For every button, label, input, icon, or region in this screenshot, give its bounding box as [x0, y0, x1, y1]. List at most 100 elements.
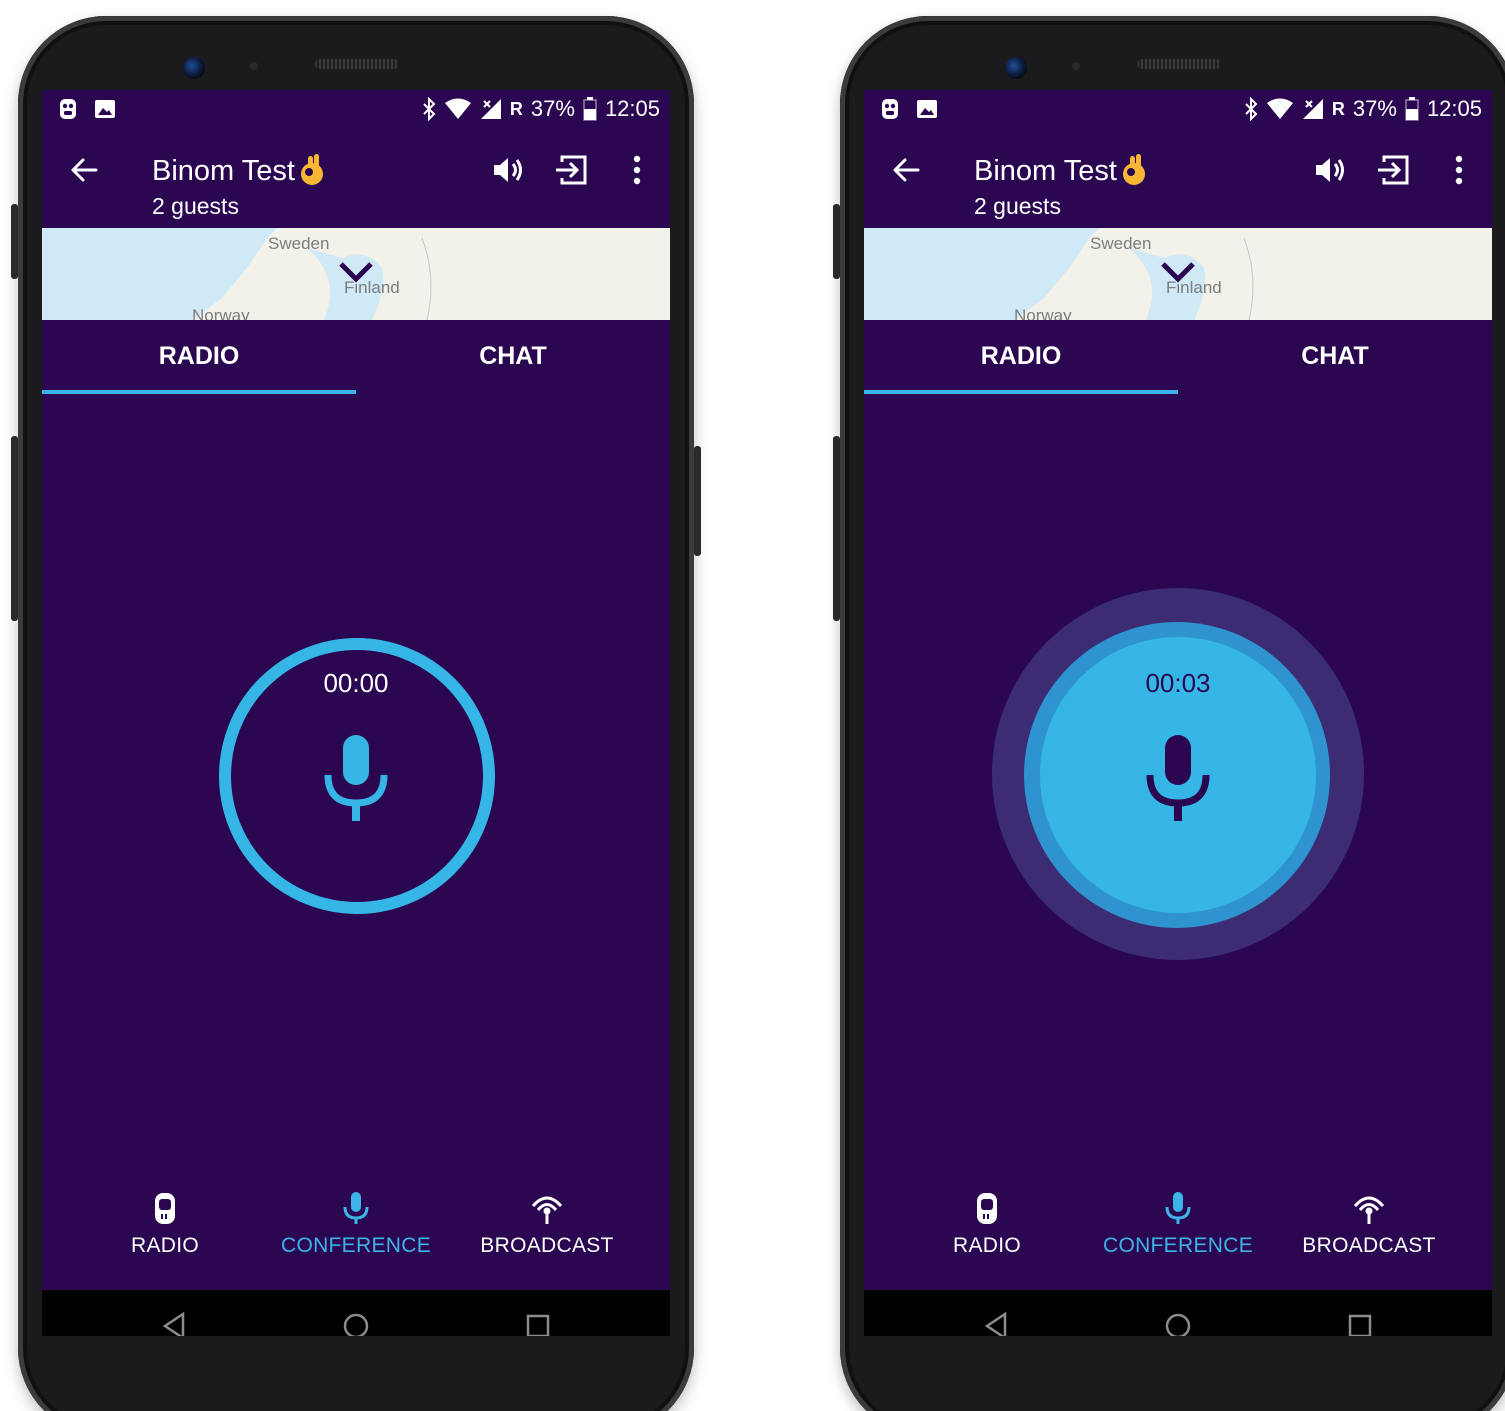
back-arrow-icon[interactable] [886, 150, 926, 190]
app-notification-icon [882, 99, 898, 119]
chevron-down-icon[interactable] [338, 260, 374, 284]
map-preview[interactable]: Sweden Finland Norway [42, 228, 670, 320]
earpiece-speaker [315, 59, 399, 69]
chevron-down-icon[interactable] [1160, 260, 1196, 284]
roaming-indicator: R [509, 98, 523, 119]
tab-chat[interactable]: CHAT [1178, 342, 1492, 371]
volume-rocker [11, 436, 18, 621]
home-circle-icon[interactable] [1162, 1310, 1194, 1336]
bluetooth-icon [423, 97, 436, 121]
title-text: Binom Test [974, 155, 1117, 187]
roaming-indicator: R [1331, 98, 1345, 119]
walkie-talkie-icon [977, 1193, 997, 1224]
tab-chat[interactable]: CHAT [356, 342, 670, 371]
phone-frame-right: R 37% 12:05 Binom Test 2 guests Sweden F… [833, 16, 1505, 1411]
broadcast-icon [531, 1196, 563, 1224]
status-bar: R 37% 12:05 [42, 90, 670, 128]
more-vert-icon[interactable] [617, 150, 657, 190]
clock: 12:05 [1426, 96, 1482, 121]
volume-rocker [833, 436, 840, 621]
battery-icon [1405, 97, 1419, 121]
image-notification-icon [95, 100, 115, 118]
front-camera [1005, 57, 1027, 79]
nav-broadcast[interactable]: BROADCAST [452, 1190, 642, 1258]
talk-timer: 00:00 [323, 668, 389, 698]
ok-hand-emoji-icon [300, 154, 323, 185]
screen-right: R 37% 12:05 Binom Test 2 guests Sweden F… [864, 90, 1492, 1336]
title-text: Binom Test [152, 155, 295, 187]
status-bar: R 37% 12:05 [864, 90, 1492, 128]
walkie-talkie-icon [155, 1193, 175, 1224]
nav-conference[interactable]: CONFERENCE [1083, 1190, 1273, 1258]
system-navigation-bar [42, 1290, 670, 1336]
battery-icon [583, 97, 597, 121]
recents-square-icon[interactable] [522, 1310, 554, 1336]
radio-content: 00:00 [42, 395, 670, 1180]
recents-square-icon[interactable] [1344, 1310, 1376, 1336]
tab-indicator [864, 390, 1178, 394]
nav-conference[interactable]: CONFERENCE [261, 1190, 451, 1258]
tab-bar: RADIO CHAT [42, 320, 670, 395]
map-label-norway: Norway [192, 306, 250, 320]
app-bar: Binom Test 2 guests [42, 128, 670, 228]
map-label-norway: Norway [1014, 306, 1072, 320]
bottom-navigation: RADIO CONFERENCE BROADCAST [42, 1180, 670, 1290]
nav-radio[interactable]: RADIO [70, 1190, 260, 1258]
nav-broadcast-label: BROADCAST [1302, 1234, 1436, 1257]
microphone-icon [1146, 735, 1210, 821]
volume-button [833, 204, 840, 279]
more-vert-icon[interactable] [1439, 150, 1479, 190]
clock: 12:05 [604, 96, 660, 121]
front-camera [183, 57, 205, 79]
microphone-icon [343, 1192, 369, 1224]
radio-content: 00:03 [864, 395, 1492, 1180]
tab-radio[interactable]: RADIO [864, 342, 1178, 371]
wifi-icon [444, 98, 471, 119]
exit-room-icon[interactable] [1374, 150, 1414, 190]
proximity-sensor [250, 62, 258, 70]
microphone-icon [324, 735, 388, 821]
back-triangle-icon[interactable] [981, 1310, 1013, 1336]
map-label-sweden: Sweden [268, 234, 330, 253]
map-label-sweden: Sweden [1090, 234, 1152, 253]
speaker-icon[interactable] [1310, 150, 1350, 190]
speaker-icon[interactable] [488, 150, 528, 190]
broadcast-icon [1353, 1196, 1385, 1224]
phone-frame-left: R 37% 12:05 Binom Test 2 guests Sweden F… [11, 16, 701, 1411]
nav-conference-label: CONFERENCE [280, 1234, 431, 1257]
nav-broadcast[interactable]: BROADCAST [1274, 1190, 1464, 1258]
volume-button [11, 204, 18, 279]
page-title: Binom Test [152, 152, 325, 188]
system-navigation-bar [864, 1290, 1492, 1336]
page-title: Binom Test [974, 152, 1147, 188]
signal-icon [1302, 99, 1323, 119]
app-bar: Binom Test 2 guests [864, 128, 1492, 228]
nav-conference-label: CONFERENCE [1102, 1234, 1253, 1257]
map-preview[interactable]: Sweden Finland Norway [864, 228, 1492, 320]
talk-timer: 00:03 [1145, 668, 1211, 698]
home-circle-icon[interactable] [340, 1310, 372, 1336]
wifi-icon [1266, 98, 1293, 119]
tab-radio[interactable]: RADIO [42, 342, 356, 371]
guest-count: 2 guests [974, 193, 1061, 219]
power-button [694, 446, 701, 556]
nav-radio[interactable]: RADIO [892, 1190, 1082, 1258]
bluetooth-icon [1245, 97, 1258, 121]
screen-left: R 37% 12:05 Binom Test 2 guests Sweden F… [42, 90, 670, 1336]
proximity-sensor [1072, 62, 1080, 70]
back-triangle-icon[interactable] [159, 1310, 191, 1336]
stage: R 37% 12:05 Binom Test 2 guests Sweden F… [0, 0, 1505, 1411]
microphone-icon [1165, 1192, 1191, 1224]
tab-bar: RADIO CHAT [864, 320, 1492, 395]
guest-count: 2 guests [152, 193, 239, 219]
back-arrow-icon[interactable] [64, 150, 104, 190]
tab-indicator [42, 390, 356, 394]
earpiece-speaker [1137, 59, 1221, 69]
bottom-navigation: RADIO CONFERENCE BROADCAST [864, 1180, 1492, 1290]
exit-room-icon[interactable] [552, 150, 592, 190]
nav-radio-label: RADIO [952, 1234, 1021, 1257]
battery-percent: 37% [530, 96, 575, 121]
battery-percent: 37% [1352, 96, 1397, 121]
signal-icon [480, 99, 501, 119]
image-notification-icon [917, 100, 937, 118]
